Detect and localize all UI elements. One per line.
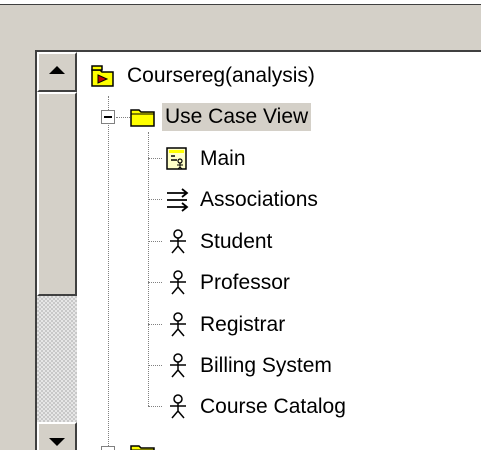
folder-icon [130,440,156,450]
actor-icon [165,353,191,379]
arrow-down-icon [49,438,65,446]
browser-tree-panel: Coursereg(analysis) Use Case View Main A… [35,50,481,450]
tree-node-label: Associations [200,188,318,211]
tree-node-label: Professor [200,271,290,294]
scroll-down-button[interactable] [37,422,77,450]
tree-node-registrar[interactable]: Registrar [165,307,288,343]
tree-node-root[interactable]: Coursereg(analysis) [90,58,318,94]
model-icon [90,63,116,89]
expand-toggle[interactable] [101,446,115,450]
tree-node-label: Billing System [200,354,332,377]
browser-window: Coursereg(analysis) Use Case View Main A… [0,0,481,450]
tree-node-student[interactable]: Student [165,224,275,260]
tree-node-associations[interactable]: Associations [165,182,321,218]
folder-icon [130,104,156,130]
tree-node-billing-system[interactable]: Billing System [165,348,335,384]
actor-icon [165,229,191,255]
tree-connector-catalog [148,406,162,407]
associations-icon [165,187,191,213]
scroll-up-button[interactable] [37,52,77,92]
vertical-scrollbar[interactable] [37,52,77,450]
tree-connector-main [148,158,162,159]
tree-node-label: Coursereg(analysis) [127,64,315,87]
tree-connector-root [108,96,109,450]
actor-icon [165,270,191,296]
collapse-toggle[interactable] [101,110,115,124]
arrow-up-icon [49,66,65,74]
tree-connector-professor [148,282,162,283]
tree-connector-billing [148,365,162,366]
tree-connector-student [148,241,162,242]
tree-node-label: Course Catalog [200,395,346,418]
window-top-edge [0,0,481,5]
tree-node-label: Student [200,230,273,253]
tree-connector-folder [116,117,130,118]
tree-node-main[interactable]: Main [165,141,249,177]
model-tree: Coursereg(analysis) Use Case View Main A… [77,52,481,450]
tree-node-label: Main [200,147,246,170]
diagram-icon [165,146,191,172]
tree-node-label: Use Case View [162,103,312,131]
tree-connector-associations [148,199,162,200]
actor-icon [165,394,191,420]
tree-node-label: Registrar [200,313,286,336]
tree-connector-registrar [148,324,162,325]
tree-node-professor[interactable]: Professor [165,265,293,301]
actor-icon [165,312,191,338]
tree-node-course-catalog[interactable]: Course Catalog [165,389,349,425]
tree-node-use-case-view[interactable]: Use Case View [130,99,312,135]
scroll-thumb[interactable] [37,92,77,296]
